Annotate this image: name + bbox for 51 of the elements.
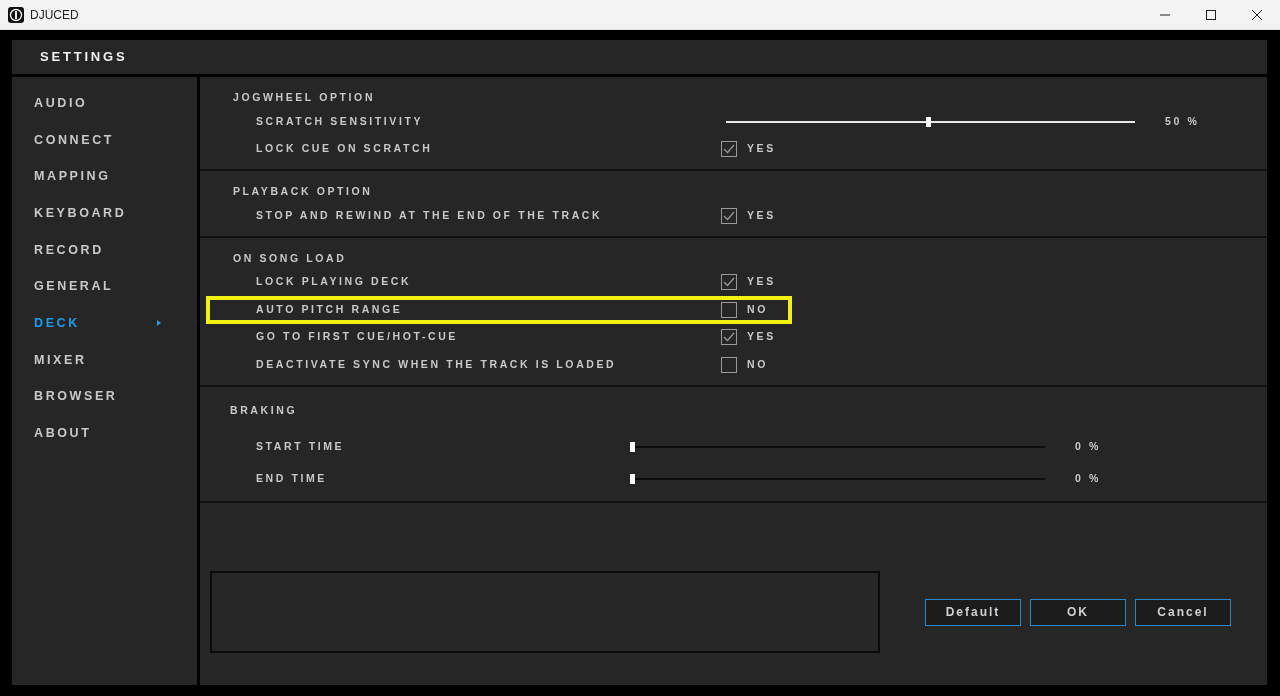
setting-label: LOCK CUE ON SCRATCH — [256, 141, 434, 157]
close-icon — [1252, 9, 1262, 20]
sidebar-item[interactable]: MIXER — [12, 341, 197, 379]
sidebar-item[interactable]: MAPPING — [12, 158, 197, 196]
sidebar-item[interactable]: CONNECT — [12, 121, 197, 159]
section-title: BRAKING — [229, 402, 299, 418]
checkbox-value: YES — [747, 329, 776, 345]
checkbox[interactable] — [721, 356, 737, 373]
checkbox[interactable] — [721, 329, 737, 346]
sidebar-item[interactable]: DECK — [12, 305, 197, 342]
slider-thumb[interactable] — [925, 116, 931, 127]
settings-title: SETTINGS — [40, 48, 128, 67]
maximize-icon — [1206, 9, 1216, 20]
ok-button[interactable]: OK — [1030, 598, 1126, 626]
sidebar-item[interactable]: RECORD — [12, 231, 197, 269]
setting-label: STOP AND REWIND AT THE END OF THE TRACK — [256, 207, 604, 223]
minimize-icon — [1160, 13, 1170, 16]
checkbox[interactable] — [721, 274, 737, 291]
section-title: ON SONG LOAD — [232, 250, 348, 266]
checkbox[interactable] — [721, 141, 737, 158]
section-title: PLAYBACK OPTION — [232, 184, 374, 200]
setting-label: SCRATCH SENSITIVITY — [256, 113, 425, 129]
checkbox-value: YES — [747, 207, 776, 223]
cancel-button[interactable]: Cancel — [1135, 598, 1231, 626]
slider-thumb[interactable] — [630, 473, 635, 484]
app-logo-icon — [8, 6, 24, 23]
sidebar-item[interactable]: AUDIO — [12, 85, 197, 122]
slider-thumb[interactable] — [630, 441, 635, 452]
checkbox[interactable] — [721, 207, 737, 224]
slider-reading: 0 % — [1075, 470, 1101, 486]
setting-label: GO TO FIRST CUE/HOT-CUE — [256, 329, 459, 345]
sidebar-item[interactable]: GENERAL — [12, 268, 197, 306]
slider-reading: 0 % — [1075, 438, 1101, 454]
setting-label: AUTO PITCH RANGE — [256, 301, 404, 317]
slider-reading: 50 % — [1165, 113, 1200, 129]
sidebar-item[interactable]: ABOUT — [12, 415, 197, 452]
setting-label: START TIME — [256, 438, 346, 454]
checkbox-value: NO — [747, 356, 768, 372]
default-button[interactable]: Default — [925, 598, 1021, 626]
setting-label: LOCK PLAYING DECK — [256, 274, 413, 290]
window-title: DJUCED — [30, 6, 79, 24]
section-title: JOGWHEEL OPTION — [232, 90, 377, 106]
checkbox[interactable] — [721, 301, 737, 318]
sidebar-item[interactable]: BROWSER — [12, 378, 197, 416]
setting-label: DEACTIVATE SYNC WHEN THE TRACK IS LOADED — [256, 356, 618, 372]
sidebar-item[interactable]: KEYBOARD — [12, 195, 197, 232]
checkbox-value: YES — [747, 141, 776, 157]
caret-icon — [157, 320, 161, 327]
setting-label: END TIME — [256, 470, 328, 486]
checkbox-value: NO — [747, 301, 768, 317]
checkbox-value: YES — [747, 274, 776, 290]
